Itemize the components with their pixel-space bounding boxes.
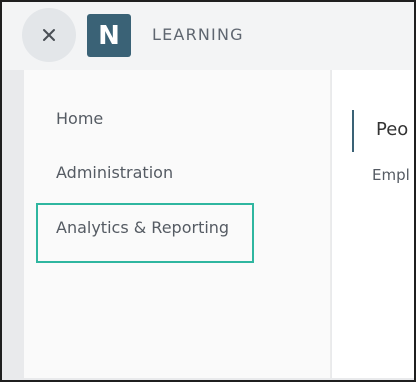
brand-logo[interactable]: N <box>87 14 131 57</box>
section-heading: Peo <box>376 119 409 140</box>
app-title: LEARNING <box>152 25 244 44</box>
close-menu-button[interactable] <box>22 8 76 62</box>
close-icon <box>42 28 56 42</box>
app-frame: N LEARNING Home Administration Analytics… <box>0 0 416 382</box>
navigation-menu: Home Administration Analytics & Reportin… <box>24 70 330 378</box>
menu-item-administration[interactable]: Administration <box>56 162 173 184</box>
top-bar: N LEARNING <box>2 2 414 70</box>
logo-letter: N <box>98 20 120 51</box>
menu-item-analytics-reporting[interactable]: Analytics & Reporting <box>36 203 254 263</box>
menu-item-home[interactable]: Home <box>56 108 103 130</box>
content-panel: Peo Empl <box>332 70 414 378</box>
section-subheading[interactable]: Empl <box>372 165 410 185</box>
section-accent-bar <box>352 110 354 152</box>
